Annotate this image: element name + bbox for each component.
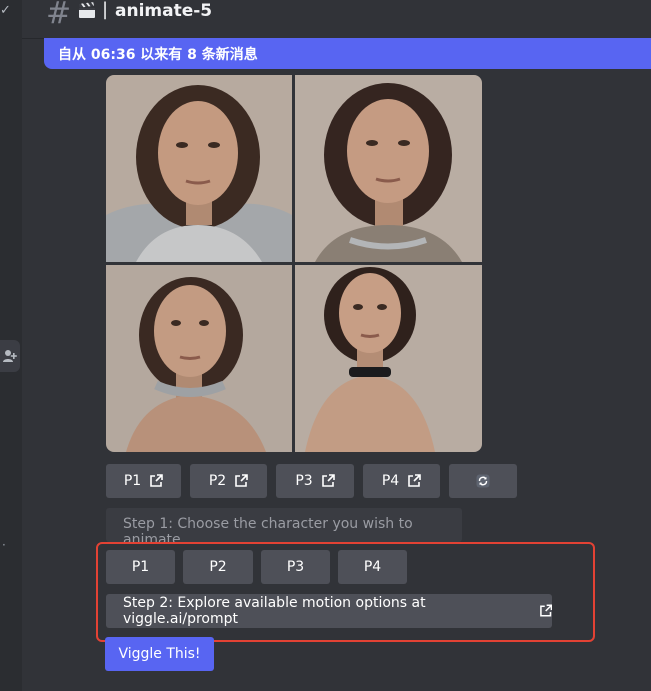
image-tile-3[interactable] [106, 265, 292, 452]
button-label: P4 [363, 559, 382, 575]
image-tile-1[interactable] [106, 75, 292, 262]
external-link-icon [408, 474, 421, 487]
new-messages-text: 自从 06:36 以来有 8 条新消息 [58, 47, 258, 63]
channel-header: # | animate-5 [22, 0, 651, 39]
select-button-p4[interactable]: P4 [338, 550, 407, 584]
external-link-icon [235, 474, 248, 487]
button-label: P1 [131, 559, 150, 575]
reroll-button[interactable] [449, 464, 517, 498]
generated-image-grid[interactable] [106, 75, 482, 452]
channel-hash-icon: # [46, 0, 72, 31]
button-label: P2 [208, 473, 227, 489]
button-label: P3 [286, 559, 305, 575]
add-user-icon [3, 350, 17, 362]
external-link-icon [150, 474, 163, 487]
upscale-button-p3[interactable]: P3 [276, 464, 354, 498]
viggle-label: Viggle This! [118, 646, 201, 662]
channel-name: animate-5 [115, 1, 213, 21]
chevron-icon[interactable]: ✓ [0, 3, 11, 18]
external-link-icon [321, 474, 335, 487]
external-link-icon [539, 604, 552, 617]
image-tile-2[interactable] [295, 75, 482, 262]
button-label: P4 [381, 473, 400, 489]
select-button-p1[interactable]: P1 [106, 550, 175, 584]
add-member-button[interactable] [0, 340, 20, 372]
viggle-this-button[interactable]: Viggle This! [105, 637, 214, 671]
new-messages-banner[interactable]: 自从 06:36 以来有 8 条新消息 [44, 38, 651, 69]
upscale-button-p2[interactable]: P2 [190, 464, 267, 498]
step2-label: Step 2: Explore available motion options… [123, 595, 426, 627]
title-separator: | [102, 0, 109, 20]
button-label: P2 [209, 559, 227, 575]
select-button-p3[interactable]: P3 [261, 550, 330, 584]
step1-disabled-button: Step 1: Choose the character you wish to… [106, 508, 462, 548]
image-tile-4[interactable] [295, 265, 482, 452]
upscale-button-p4[interactable]: P4 [363, 464, 440, 498]
server-sidebar: ✓ · [0, 0, 22, 691]
refresh-icon [476, 474, 490, 488]
clapperboard-icon [79, 2, 95, 18]
upscale-button-p1[interactable]: P1 [106, 464, 181, 498]
select-button-p2[interactable]: P2 [183, 550, 253, 584]
button-label: P3 [295, 473, 313, 489]
more-icon[interactable]: · [2, 538, 6, 552]
button-label: P1 [123, 473, 142, 489]
step2-motion-options-link[interactable]: Step 2: Explore available motion options… [106, 594, 552, 628]
